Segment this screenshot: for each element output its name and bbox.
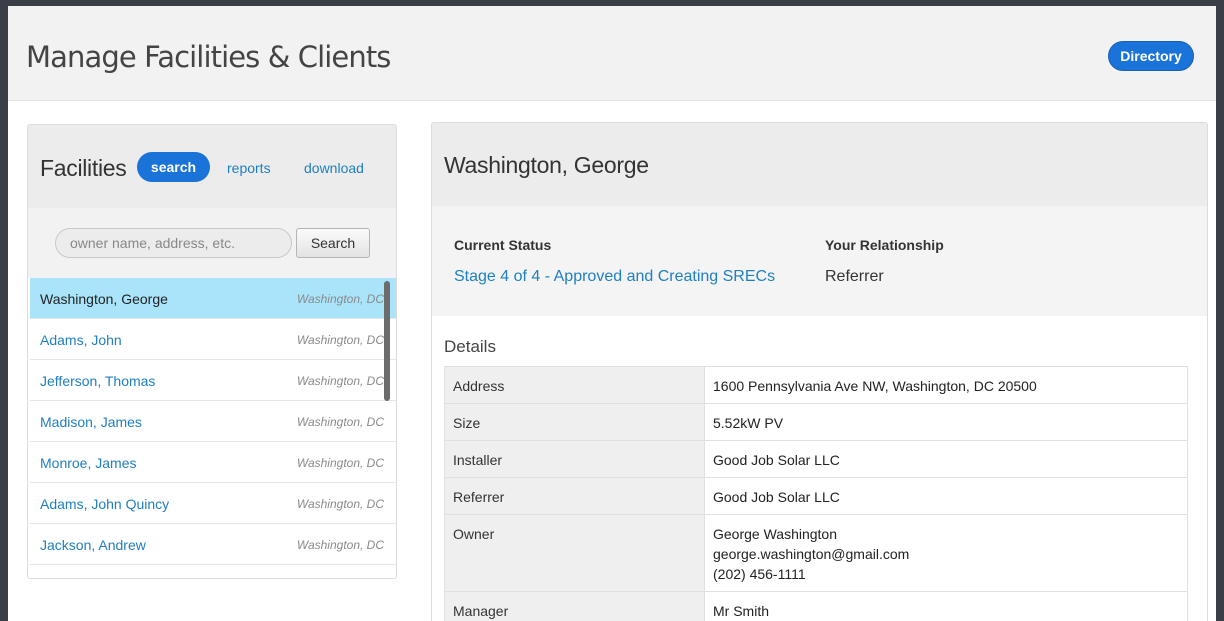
facility-name[interactable]: Monroe, James bbox=[40, 455, 136, 471]
facility-city: Washington, DC bbox=[296, 333, 384, 347]
detail-header: Washington, George bbox=[432, 123, 1207, 206]
status-link[interactable]: Stage 4 of 4 - Approved and Creating SRE… bbox=[454, 268, 775, 286]
facility-name[interactable]: Adams, John bbox=[40, 332, 122, 348]
facility-city: Washington, DC bbox=[296, 538, 384, 552]
facility-list: Washington, George Washington, DC Adams,… bbox=[30, 278, 396, 578]
relationship-label: Your Relationship bbox=[825, 237, 944, 253]
list-item bbox=[30, 565, 396, 578]
list-item[interactable]: Monroe, James Washington, DC bbox=[30, 442, 396, 483]
detail-value: Mr Smith bbox=[704, 591, 1188, 621]
detail-key: Manager bbox=[444, 591, 705, 621]
facility-city: Washington, DC bbox=[296, 374, 384, 388]
tab-search[interactable]: search bbox=[137, 152, 210, 182]
detail-value: 5.52kW PV bbox=[704, 403, 1188, 441]
tab-reports[interactable]: reports bbox=[227, 160, 271, 176]
facility-name[interactable]: Jackson, Andrew bbox=[40, 537, 146, 553]
list-item[interactable]: Adams, John Quincy Washington, DC bbox=[30, 483, 396, 524]
table-row: Owner George Washington george.washingto… bbox=[444, 514, 1188, 592]
detail-value: Good Job Solar LLC bbox=[704, 477, 1188, 515]
status-label: Current Status bbox=[454, 237, 552, 253]
facility-detail-name: Washington, George bbox=[444, 152, 649, 178]
owner-email: george.washington@gmail.com bbox=[713, 546, 910, 562]
detail-key: Owner bbox=[444, 514, 705, 592]
directory-button[interactable]: Directory bbox=[1108, 41, 1194, 71]
top-bar: Manage Facilities & Clients Directory bbox=[8, 6, 1216, 101]
status-block: Current Status Stage 4 of 4 - Approved a… bbox=[432, 206, 1207, 316]
facilities-panel: Facilities search reports download Searc… bbox=[27, 124, 397, 579]
table-row: Address 1600 Pennsylvania Ave NW, Washin… bbox=[444, 366, 1188, 404]
facility-name[interactable]: Madison, James bbox=[40, 414, 142, 430]
detail-key: Address bbox=[444, 366, 705, 404]
table-row: Manager Mr Smith bbox=[444, 591, 1188, 621]
search-input[interactable] bbox=[55, 228, 292, 258]
facility-city: Washington, DC bbox=[296, 415, 384, 429]
facility-city: Washington, DC bbox=[296, 497, 384, 511]
app-window: Manage Facilities & Clients Directory Fa… bbox=[8, 6, 1216, 621]
detail-value: 1600 Pennsylvania Ave NW, Washington, DC… bbox=[704, 366, 1188, 404]
page-title: Manage Facilities & Clients bbox=[26, 40, 391, 74]
detail-key: Referrer bbox=[444, 477, 705, 515]
facility-name[interactable]: Adams, John Quincy bbox=[40, 496, 169, 512]
detail-value: Good Job Solar LLC bbox=[704, 440, 1188, 478]
detail-panel: Washington, George Current Status Stage … bbox=[431, 122, 1208, 621]
facilities-title: Facilities bbox=[40, 155, 127, 181]
facilities-header: Facilities search reports download bbox=[28, 125, 396, 208]
facility-name[interactable]: Jefferson, Thomas bbox=[40, 373, 155, 389]
facility-city: Washington, DC bbox=[296, 292, 384, 306]
owner-name: George Washington bbox=[713, 526, 837, 542]
tab-download[interactable]: download bbox=[304, 160, 364, 176]
relationship-value: Referrer bbox=[825, 268, 884, 285]
table-row: Referrer Good Job Solar LLC bbox=[444, 477, 1188, 515]
detail-value: George Washington george.washington@gmai… bbox=[704, 514, 1188, 592]
detail-key: Size bbox=[444, 403, 705, 441]
search-bar: Search bbox=[28, 208, 396, 278]
list-item[interactable]: Madison, James Washington, DC bbox=[30, 401, 396, 442]
details-table: Address 1600 Pennsylvania Ave NW, Washin… bbox=[444, 366, 1188, 621]
search-button[interactable]: Search bbox=[296, 228, 370, 258]
list-item[interactable]: Jackson, Andrew Washington, DC bbox=[30, 524, 396, 565]
table-row: Size 5.52kW PV bbox=[444, 403, 1188, 441]
facility-name[interactable]: Washington, George bbox=[40, 291, 168, 307]
list-item[interactable]: Jefferson, Thomas Washington, DC bbox=[30, 360, 396, 401]
table-row: Installer Good Job Solar LLC bbox=[444, 440, 1188, 478]
owner-phone: (202) 456-1111 bbox=[713, 566, 806, 582]
detail-key: Installer bbox=[444, 440, 705, 478]
details-heading: Details bbox=[444, 337, 496, 356]
facility-city: Washington, DC bbox=[296, 456, 384, 470]
list-item[interactable]: Adams, John Washington, DC bbox=[30, 319, 396, 360]
list-scrollbar[interactable] bbox=[384, 281, 390, 401]
list-item[interactable]: Washington, George Washington, DC bbox=[30, 278, 396, 319]
